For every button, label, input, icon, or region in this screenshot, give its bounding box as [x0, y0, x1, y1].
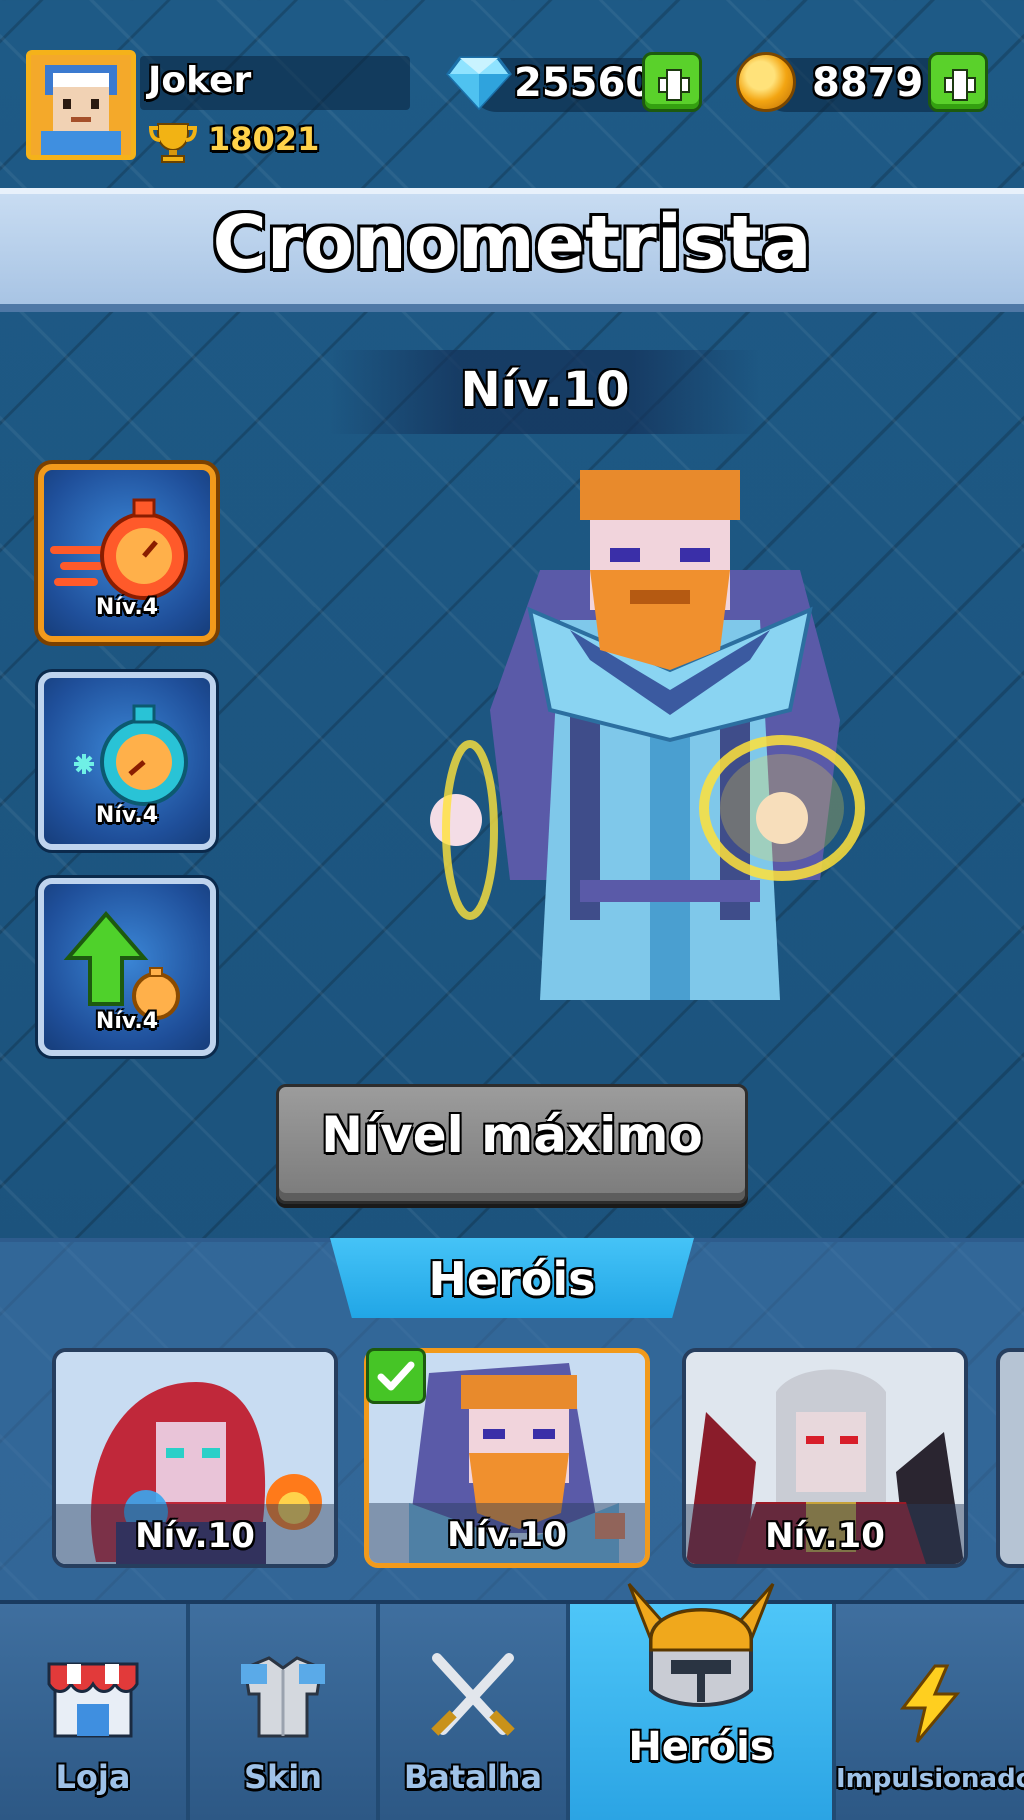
gem-icon — [446, 56, 512, 111]
nav-shop[interactable]: Loja — [0, 1604, 190, 1820]
skill-slot-2[interactable]: Nív.4 — [38, 672, 216, 850]
skill-level-label: Nív.4 — [95, 1009, 159, 1034]
avatar-face-icon — [31, 55, 131, 155]
player-avatar[interactable] — [26, 50, 136, 160]
gem-count: 25560 — [514, 60, 654, 106]
hero-level: Nív.10 — [460, 362, 630, 418]
nav-label-battle: Batalha — [403, 1758, 543, 1796]
nav-heroes[interactable]: Heróis — [570, 1583, 836, 1820]
card-level: Nív.10 — [135, 1516, 255, 1556]
add-gems-button[interactable] — [642, 52, 702, 112]
skill-level-label: Nív.4 — [95, 595, 159, 620]
selected-check-badge — [366, 1348, 426, 1404]
skill-slot-3[interactable]: Nív.4 — [38, 878, 216, 1056]
hero-title: Cronometrista — [212, 200, 812, 286]
coin-icon — [736, 52, 796, 112]
lightning-icon — [899, 1664, 961, 1743]
card-level: Nív.10 — [447, 1515, 567, 1555]
max-level-label: Nível máximo — [321, 1106, 703, 1164]
add-coins-button[interactable] — [928, 52, 988, 112]
hero-card-next-partial[interactable] — [996, 1348, 1024, 1568]
hero-card-sorceress[interactable]: Nív.10 — [52, 1348, 338, 1568]
crossed-swords-icon — [431, 1653, 515, 1736]
trophy-icon — [148, 123, 198, 163]
skill-level-label: Nív.4 — [95, 803, 159, 828]
nav-label-heroes: Heróis — [628, 1724, 774, 1770]
checkmark-icon — [377, 1361, 415, 1391]
hero-timekeeper-figure — [430, 470, 865, 1000]
nav-booster[interactable]: Impulsionador — [836, 1604, 1024, 1820]
nav-battle[interactable]: Batalha — [380, 1604, 570, 1820]
armor-icon — [241, 1656, 325, 1738]
player-name: Joker — [148, 60, 252, 101]
helmet-icon — [627, 1583, 775, 1707]
trophy-count: 18021 — [208, 120, 320, 158]
nav-skin[interactable]: Skin — [190, 1604, 380, 1820]
shop-icon — [47, 1662, 139, 1738]
skill-slot-1[interactable]: Nív.4 — [38, 464, 216, 642]
nav-label-booster: Impulsionador — [836, 1764, 1024, 1794]
nav-label-skin: Skin — [243, 1758, 323, 1796]
card-level: Nív.10 — [765, 1516, 885, 1556]
coin-count: 8879 — [812, 60, 924, 106]
nav-label-shop: Loja — [55, 1758, 131, 1796]
heroes-tab-label: Heróis — [428, 1252, 596, 1306]
hero-card-vampire[interactable]: Nív.10 — [682, 1348, 968, 1568]
